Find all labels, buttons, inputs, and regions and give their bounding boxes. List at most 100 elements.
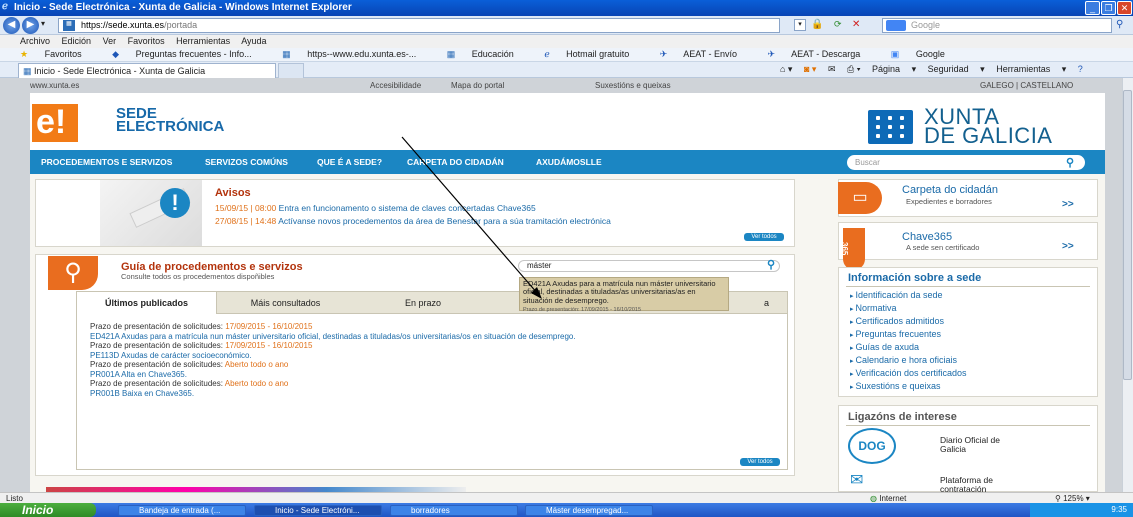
clock[interactable]: 9:35 [1111, 505, 1127, 514]
feeds-icon[interactable]: ◙ ▾ [804, 64, 816, 74]
help-icon[interactable]: ? [1078, 64, 1083, 74]
fav-item[interactable]: ℯ Hotmail gratuito [544, 49, 643, 59]
new-tab-button[interactable] [278, 63, 304, 78]
xunta-logo-text[interactable]: XUNTA DE GALICIA [924, 106, 1052, 147]
item-date: 17/09/2015 - 16/10/2015 [225, 341, 313, 350]
history-dropdown-icon[interactable]: ▾ [41, 19, 45, 28]
info-link[interactable]: Normativa [850, 303, 896, 313]
stop-icon[interactable]: ✕ [852, 19, 866, 31]
tools-menu[interactable]: Herramientas ▾ [996, 64, 1066, 74]
taskbar-item[interactable]: Inicio - Sede Electróni... [254, 505, 382, 516]
menu-favoritos[interactable]: Favoritos [128, 36, 165, 46]
guia-search-icon[interactable]: ⚲ [767, 258, 775, 271]
site-search-input[interactable]: Buscar [847, 155, 1085, 170]
menu-archivo[interactable]: Archivo [20, 36, 50, 46]
info-link[interactable]: Identificación da sede [850, 290, 942, 300]
nav-axudamoslle[interactable]: AXUDÁMOSLLE [536, 157, 602, 167]
zoom-control[interactable]: ⚲ 125% ▾ [1055, 494, 1090, 503]
compat-dropdown-icon[interactable]: ▾ [794, 19, 806, 31]
xunta-link[interactable]: www.xunta.es [30, 81, 79, 90]
scrollbar-thumb[interactable] [1123, 90, 1132, 380]
info-link[interactable]: Suxestións e queixas [850, 381, 940, 391]
back-button[interactable]: ◀ [3, 17, 20, 34]
alert-icon: ! [160, 188, 190, 218]
divider [846, 286, 1090, 287]
fav-item[interactable]: ▣ Google [891, 49, 959, 59]
aviso-item[interactable]: 15/09/15 | 08:00 Entra en funcionamento … [215, 203, 536, 213]
aviso-item[interactable]: 27/08/15 | 14:48 Actívanse novos procede… [215, 216, 611, 226]
mail-icon[interactable]: ✉ [828, 64, 836, 74]
guia-search-input[interactable]: máster [518, 260, 780, 272]
minimize-button[interactable]: _ [1085, 1, 1100, 15]
guia-ver-todos-button[interactable]: Ver todos [740, 458, 780, 466]
page-menu[interactable]: Página ▾ [872, 64, 916, 74]
search-go-icon[interactable]: ⚲ [1116, 19, 1123, 30]
tab-ultimos-publicados[interactable]: Últimos publicados [77, 292, 217, 314]
close-button[interactable]: ✕ [1117, 1, 1132, 15]
accesibilidade-link[interactable]: Accesibilidade [370, 81, 421, 90]
list-item[interactable]: Prazo de presentación de solicitudes: 17… [90, 322, 780, 341]
chave-arrow-icon[interactable]: >> [1062, 241, 1074, 252]
security-menu[interactable]: Seguridad ▾ [928, 64, 985, 74]
home-icon[interactable]: ⌂ ▾ [780, 64, 792, 74]
site-search-icon[interactable]: ⚲ [1066, 156, 1082, 170]
info-link[interactable]: Guías de axuda [850, 342, 919, 352]
doga-icon[interactable]: DOG [848, 428, 896, 464]
maximize-button[interactable]: ❐ [1101, 1, 1116, 15]
taskbar-item[interactable]: Bandeja de entrada (... [118, 505, 246, 516]
taskbar-label: Máster desempregad... [546, 506, 629, 515]
nav-procedementos[interactable]: PROCEDEMENTOS E SERVIZOS [41, 157, 172, 167]
lock-icon[interactable]: 🔒 [811, 19, 823, 31]
forward-button[interactable]: ▶ [22, 17, 39, 34]
fav-item[interactable]: ◆ Preguntas frecuentes - Info... [112, 49, 266, 59]
fav-item[interactable]: ✈ AEAT - Descarga [768, 49, 875, 59]
menu-ayuda[interactable]: Ayuda [241, 36, 266, 46]
url-input[interactable]: ▦ https://sede.xunta.es/portada [58, 18, 780, 33]
language-switch[interactable]: GALEGO | CASTELLANO [980, 81, 1073, 90]
chave-card[interactable] [838, 222, 1098, 260]
plataforma-icon[interactable]: ✉ [850, 470, 894, 490]
system-tray: 9:35 [1030, 503, 1133, 517]
fav-label: Preguntas frecuentes - Info... [135, 49, 252, 59]
tab-mais-consultados[interactable]: Máis consultados [218, 292, 353, 314]
menu-ver[interactable]: Ver [103, 36, 117, 46]
carpeta-arrow-icon[interactable]: >> [1062, 199, 1074, 210]
list-item[interactable]: Prazo de presentación de solicitudes: 17… [90, 341, 780, 360]
taskbar-item[interactable]: borradores [390, 505, 518, 516]
avisos-ver-todos-button[interactable]: Ver todos [744, 233, 784, 241]
taskbar-label: Bandeja de entrada (... [139, 506, 221, 515]
print-icon[interactable]: ⎙ ▾ [847, 64, 860, 74]
list-item[interactable]: Prazo de presentación de solicitudes: Ab… [90, 379, 780, 398]
star-icon: ★ [20, 49, 29, 59]
refresh-icon[interactable]: ⟳ [834, 19, 848, 31]
browser-search-input[interactable]: Google [882, 18, 1112, 33]
lig-doga-link[interactable]: Diario Oficial de Galicia [940, 436, 1025, 454]
favorites-button[interactable]: ★ Favoritos [20, 49, 96, 59]
info-link[interactable]: Verificación dos certificados [850, 368, 966, 378]
ie-icon: ℯ [544, 49, 550, 59]
item-date: Aberto todo o ano [224, 379, 289, 388]
tab-en-prazo[interactable]: En prazo [353, 292, 493, 314]
nav-que-e-a-sede[interactable]: QUE É A SEDE? [317, 157, 382, 167]
fav-item[interactable]: ✈ AEAT - Envío [660, 49, 751, 59]
fav-item[interactable]: ▦ https--www.edu.xunta.es-... [282, 49, 430, 59]
info-link[interactable]: Calendario e hora oficiais [850, 355, 957, 365]
taskbar-item[interactable]: Máster desempregad... [525, 505, 653, 516]
menu-edicion[interactable]: Edición [62, 36, 92, 46]
list-item[interactable]: Prazo de presentación de solicitudes: Ab… [90, 360, 780, 379]
menu-herramientas[interactable]: Herramientas [176, 36, 230, 46]
info-link[interactable]: Certificados admitidos [850, 316, 944, 326]
browser-tab[interactable]: ▦ Inicio - Sede Electrónica - Xunta de G… [18, 63, 276, 78]
site-favicon-icon: ▦ [63, 20, 75, 31]
nav-servizos-comuns[interactable]: SERVIZOS COMÚNS [205, 157, 288, 167]
info-link[interactable]: Preguntas frecuentes [850, 329, 941, 339]
autocomplete-suggestion[interactable]: ED421A Axudas para a matrícula nun máste… [519, 277, 729, 313]
nav-carpeta[interactable]: CARPETA DO CIDADÁN [407, 157, 504, 167]
fav-item[interactable]: ▦ Educación [447, 49, 528, 59]
fav-label: AEAT - Descarga [791, 49, 861, 59]
start-button[interactable]: Inicio [0, 503, 96, 517]
sede-logo[interactable]: e! [32, 104, 78, 142]
suxestions-link[interactable]: Suxestións e queixas [595, 81, 671, 90]
mapa-link[interactable]: Mapa do portal [451, 81, 504, 90]
aeat-icon: ✈ [767, 49, 776, 59]
